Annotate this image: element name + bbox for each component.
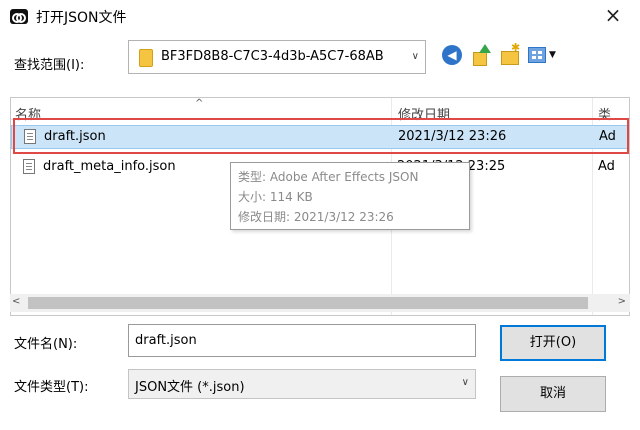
back-icon[interactable]: ◀ <box>442 45 462 65</box>
up-folder-icon[interactable] <box>470 44 492 66</box>
tooltip-size: 大小: 114 KB <box>238 190 313 204</box>
close-button[interactable]: × <box>600 4 626 28</box>
file-type: Ad <box>598 159 615 174</box>
file-icon <box>23 159 35 174</box>
new-folder-icon[interactable] <box>499 41 521 66</box>
scroll-right-icon[interactable]: > <box>618 296 626 307</box>
filename-label: 文件名(N): <box>14 337 78 352</box>
list-header: 名称 修改日期 类 <box>11 98 629 123</box>
filename-input[interactable] <box>128 324 476 357</box>
view-menu-icon[interactable] <box>528 47 546 63</box>
tooltip-date: 修改日期: 2021/3/12 23:26 <box>238 210 394 224</box>
horizontal-scrollbar[interactable]: < > <box>10 294 630 312</box>
chevron-down-icon: ∨ <box>411 51 419 62</box>
cancel-button[interactable]: 取消 <box>500 376 606 412</box>
lookin-label: 查找范围(I): <box>14 58 85 73</box>
filetype-value: JSON文件 (*.json) <box>135 380 245 395</box>
lookin-combo[interactable]: BF3FD8B8-C7C3-4d3b-A5C7-68AB ∨ <box>128 40 426 74</box>
file-info-tooltip: 类型: Adobe After Effects JSON 大小: 114 KB … <box>230 162 470 230</box>
view-dropdown-icon[interactable]: ▼ <box>549 50 556 60</box>
scroll-left-icon[interactable]: < <box>12 296 20 307</box>
window-title: 打开JSON文件 <box>36 10 127 26</box>
file-name: draft_meta_info.json <box>43 159 176 174</box>
folder-icon <box>139 49 153 67</box>
lookin-value: BF3FD8B8-C7C3-4d3b-A5C7-68AB <box>161 49 384 64</box>
capcut-app-icon <box>10 9 28 24</box>
scrollbar-thumb[interactable] <box>28 297 588 309</box>
filetype-select[interactable]: JSON文件 (*.json) ∨ <box>128 369 476 399</box>
filetype-label: 文件类型(T): <box>14 380 89 395</box>
chevron-down-icon: ∨ <box>461 377 469 388</box>
title-bar: 打开JSON文件 × <box>0 0 640 32</box>
open-button[interactable]: 打开(O) <box>500 325 606 361</box>
tooltip-type: 类型: Adobe After Effects JSON <box>238 170 419 184</box>
red-highlight-box <box>13 118 629 154</box>
